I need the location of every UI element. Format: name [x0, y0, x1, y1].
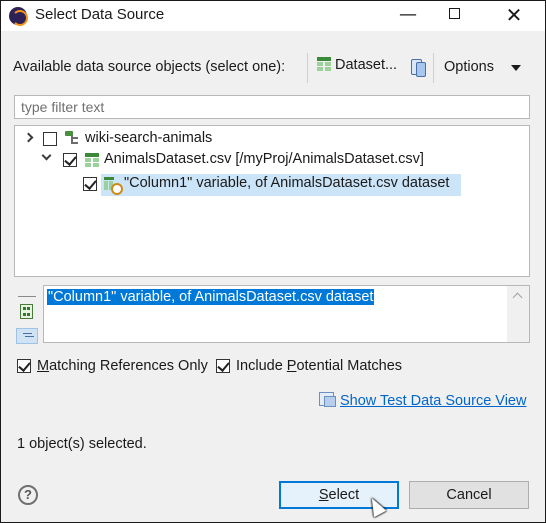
tree-item-checkbox[interactable]: [83, 177, 97, 191]
include-potential-matches-label: Include Potential Matches: [236, 358, 403, 374]
view-icon: [319, 392, 336, 407]
header-row: Available data source objects (select on…: [1, 51, 545, 85]
detail-pane[interactable]: "Column1" variable, of AnimalsDataset.cs…: [43, 285, 530, 343]
detail-side-toolbar: [14, 285, 40, 344]
dataset-button-label: Dataset...: [335, 57, 398, 73]
data-source-tree[interactable]: wiki-search-animals AnimalsDataset.csv […: [14, 125, 530, 277]
include-potential-matches-checkbox[interactable]: [216, 359, 230, 373]
maximize-icon: [448, 8, 460, 19]
matching-references-checkbox[interactable]: [17, 359, 31, 373]
title-bar: Select Data Source — ✕: [1, 1, 545, 31]
show-test-data-source-view-label[interactable]: Show Test Data Source View: [340, 393, 526, 409]
maximize-button[interactable]: [431, 1, 477, 31]
matching-references-label: Matching References Only: [37, 358, 208, 374]
toolbar-divider: [307, 53, 308, 83]
status-text: 1 object(s) selected.: [17, 436, 147, 452]
tree-item-variable[interactable]: "Column1" variable, of AnimalsDataset.cs…: [15, 174, 529, 196]
minimize-button[interactable]: —: [385, 1, 431, 31]
tree-item-project[interactable]: wiki-search-animals: [15, 129, 529, 151]
dataset-button[interactable]: Dataset...: [317, 57, 397, 79]
chevron-down-icon[interactable]: [41, 150, 52, 161]
window-title: Select Data Source: [35, 6, 165, 23]
variable-icon: [104, 177, 123, 195]
options-button[interactable]: Options: [444, 59, 494, 75]
toolbar-divider: [433, 53, 434, 83]
tree-item-label: "Column1" variable, of AnimalsDataset.cs…: [124, 175, 450, 191]
tree-item-dataset[interactable]: AnimalsDataset.csv [/myProj/AnimalsDatas…: [15, 150, 529, 172]
chevron-right-icon[interactable]: [23, 132, 34, 143]
tree-item-checkbox[interactable]: [43, 132, 57, 146]
details-toggle-icon[interactable]: [16, 328, 38, 344]
chevron-down-icon[interactable]: [511, 65, 521, 71]
minimize-icon: —: [399, 4, 417, 25]
divider: [18, 296, 36, 297]
tree-item-label: AnimalsDataset.csv [/myProj/AnimalsDatas…: [104, 151, 424, 167]
select-data-source-dialog: Select Data Source — ✕ Available data so…: [0, 0, 546, 523]
cancel-button[interactable]: Cancel: [409, 481, 529, 509]
filter-input[interactable]: [14, 95, 530, 119]
close-button[interactable]: ✕: [491, 1, 537, 31]
detail-text[interactable]: "Column1" variable, of AnimalsDataset.cs…: [47, 289, 375, 305]
project-icon: [65, 131, 79, 145]
available-objects-label: Available data source objects (select on…: [13, 59, 286, 75]
grid-icon[interactable]: [20, 304, 33, 319]
dataset-icon: [317, 57, 331, 71]
close-icon: ✕: [505, 3, 523, 27]
eclipse-app-icon: [9, 7, 28, 26]
help-icon[interactable]: ?: [18, 485, 38, 505]
tree-item-label: wiki-search-animals: [85, 130, 213, 146]
dataset-icon: [85, 153, 99, 167]
detail-scrollbar[interactable]: [507, 286, 529, 342]
tree-item-checkbox[interactable]: [63, 153, 77, 167]
database-icon[interactable]: [411, 59, 426, 77]
